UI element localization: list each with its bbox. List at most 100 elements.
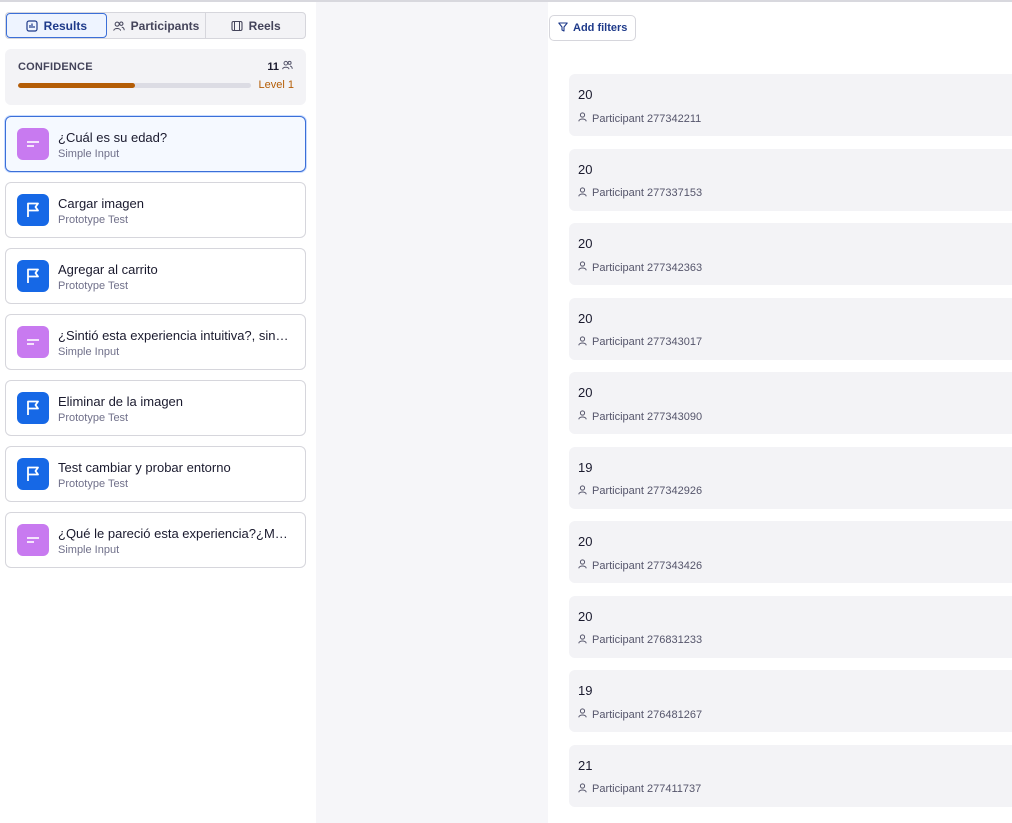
participant-id: Participant 276831233: [592, 634, 703, 646]
confidence-count: 11: [267, 60, 293, 73]
confidence-level: Level 1: [258, 79, 294, 91]
response-participant[interactable]: Participant 277342211: [578, 112, 701, 125]
tab-results-label: Results: [43, 18, 88, 33]
question-title: Eliminar de la imagen: [58, 394, 184, 409]
response-value: 19: [578, 683, 593, 698]
content-background: [316, 2, 548, 823]
response-value: 20: [578, 161, 593, 177]
user-icon: [578, 782, 587, 796]
response-card: 20 Participant 277342211: [569, 74, 1012, 136]
response-participant[interactable]: Participant 277411737: [578, 782, 702, 796]
tab-reels[interactable]: Reels: [206, 13, 305, 38]
response-participant[interactable]: Participant 277337153: [578, 186, 703, 200]
user-icon: [578, 708, 587, 721]
response-value: 21: [578, 757, 593, 773]
add-filters-label: Add filters: [573, 22, 628, 34]
question-card[interactable]: ¿Qué le pareció esta experiencia?¿Me… Si…: [5, 512, 306, 568]
response-value: 20: [578, 87, 593, 102]
response-card: 20 Participant 277342363: [569, 223, 1012, 285]
flag-icon: [17, 194, 49, 226]
response-card: 20 Participant 277337153: [569, 148, 1012, 211]
question-title: Test cambiar y probar entorno: [58, 460, 231, 475]
question-card[interactable]: Agregar al carrito Prototype Test: [5, 248, 306, 304]
response-value: 20: [578, 385, 593, 400]
question-type: Simple Input: [58, 346, 120, 358]
flag-icon: [17, 458, 49, 490]
response-card: 20 Participant 276831233: [569, 595, 1012, 658]
participant-id: Participant 277343090: [592, 410, 703, 423]
user-icon: [578, 335, 587, 349]
view-tabs: Results Participants Reels: [5, 12, 306, 39]
participant-id: Participant 276481267: [592, 708, 703, 721]
response-participant[interactable]: Participant 277342363: [578, 261, 702, 274]
response-value: 20: [578, 236, 593, 251]
response-value: 19: [578, 459, 593, 475]
film-icon: [231, 20, 243, 32]
text-input-icon: [17, 128, 49, 160]
question-type: Simple Input: [58, 544, 120, 556]
response-card: 19 Participant 277342926: [569, 446, 1012, 509]
response-participant[interactable]: Participant 277343426: [578, 559, 702, 572]
tab-participants-label: Participants: [130, 18, 200, 33]
participant-id: Participant 277342211: [592, 112, 702, 125]
participant-id: Participant 277342363: [592, 261, 703, 274]
user-icon: [578, 261, 587, 274]
question-type: Prototype Test: [58, 214, 129, 226]
response-card: 20 Participant 277343017: [569, 297, 1012, 360]
confidence-progress-bar: [18, 83, 251, 88]
question-title: ¿Qué le pareció esta experiencia?¿Me…: [58, 526, 290, 541]
confidence-panel: CONFIDENCE 11 Level 1: [5, 49, 306, 105]
confidence-progress-fill: [18, 83, 135, 88]
user-icon: [578, 633, 587, 647]
question-card[interactable]: Cargar imagen Prototype Test: [5, 182, 306, 238]
response-card: 21 Participant 277411737: [569, 744, 1012, 807]
question-type: Prototype Test: [58, 478, 129, 490]
question-title: ¿Sintió esta experiencia intuitiva?, sin…: [58, 328, 289, 343]
sidebar: Results Participants Reels CONFIDENCE 11…: [0, 2, 316, 823]
confidence-title: CONFIDENCE: [18, 61, 93, 73]
participants-icon: [282, 60, 293, 73]
flag-icon: [17, 260, 49, 292]
user-icon: [578, 410, 587, 423]
response-value: 20: [578, 608, 593, 624]
add-filters-button[interactable]: Add filters: [549, 15, 637, 41]
question-card[interactable]: Test cambiar y probar entorno Prototype …: [5, 446, 306, 502]
question-title: ¿Cuál es su edad?: [58, 130, 168, 145]
tab-participants[interactable]: Participants: [107, 13, 207, 38]
user-icon: [578, 186, 587, 200]
tab-reels-label: Reels: [248, 18, 281, 33]
filter-icon: [558, 21, 568, 35]
response-participant[interactable]: Participant 277343090: [578, 410, 702, 423]
question-type: Prototype Test: [58, 412, 129, 424]
question-title: Agregar al carrito: [58, 262, 158, 277]
question-card[interactable]: ¿Cuál es su edad? Simple Input: [5, 116, 306, 172]
bar-chart-icon: [26, 19, 38, 32]
user-icon: [578, 559, 587, 572]
question-type: Prototype Test: [58, 280, 129, 292]
question-card[interactable]: Eliminar de la imagen Prototype Test: [5, 380, 306, 436]
text-input-icon: [17, 326, 49, 358]
response-participant[interactable]: Participant 277342926: [578, 484, 703, 498]
response-participant[interactable]: Participant 277343017: [578, 335, 703, 349]
question-card[interactable]: ¿Sintió esta experiencia intuitiva?, sin…: [5, 314, 306, 370]
participant-id: Participant 277411737: [592, 783, 702, 795]
response-card: 20 Participant 277343426: [569, 521, 1012, 583]
participant-id: Participant 277343017: [592, 336, 703, 348]
response-value: 20: [578, 310, 593, 326]
response-participant[interactable]: Participant 276481267: [578, 708, 702, 721]
response-participant[interactable]: Participant 276831233: [578, 633, 703, 647]
response-value: 20: [578, 534, 593, 549]
participant-id: Participant 277342926: [592, 485, 703, 497]
user-icon: [578, 484, 587, 498]
participant-id: Participant 277343426: [592, 559, 703, 572]
users-icon: [112, 20, 125, 32]
participant-id: Participant 277337153: [592, 187, 703, 199]
question-type: Simple Input: [58, 148, 120, 160]
tab-results[interactable]: Results: [6, 13, 107, 38]
question-list: ¿Cuál es su edad? Simple Input Cargar im…: [5, 116, 306, 578]
confidence-count-value: 11: [267, 60, 279, 73]
text-input-icon: [17, 524, 49, 556]
response-card: 20 Participant 277343090: [569, 372, 1012, 434]
question-title: Cargar imagen: [58, 196, 144, 211]
response-card: 19 Participant 276481267: [569, 670, 1012, 732]
